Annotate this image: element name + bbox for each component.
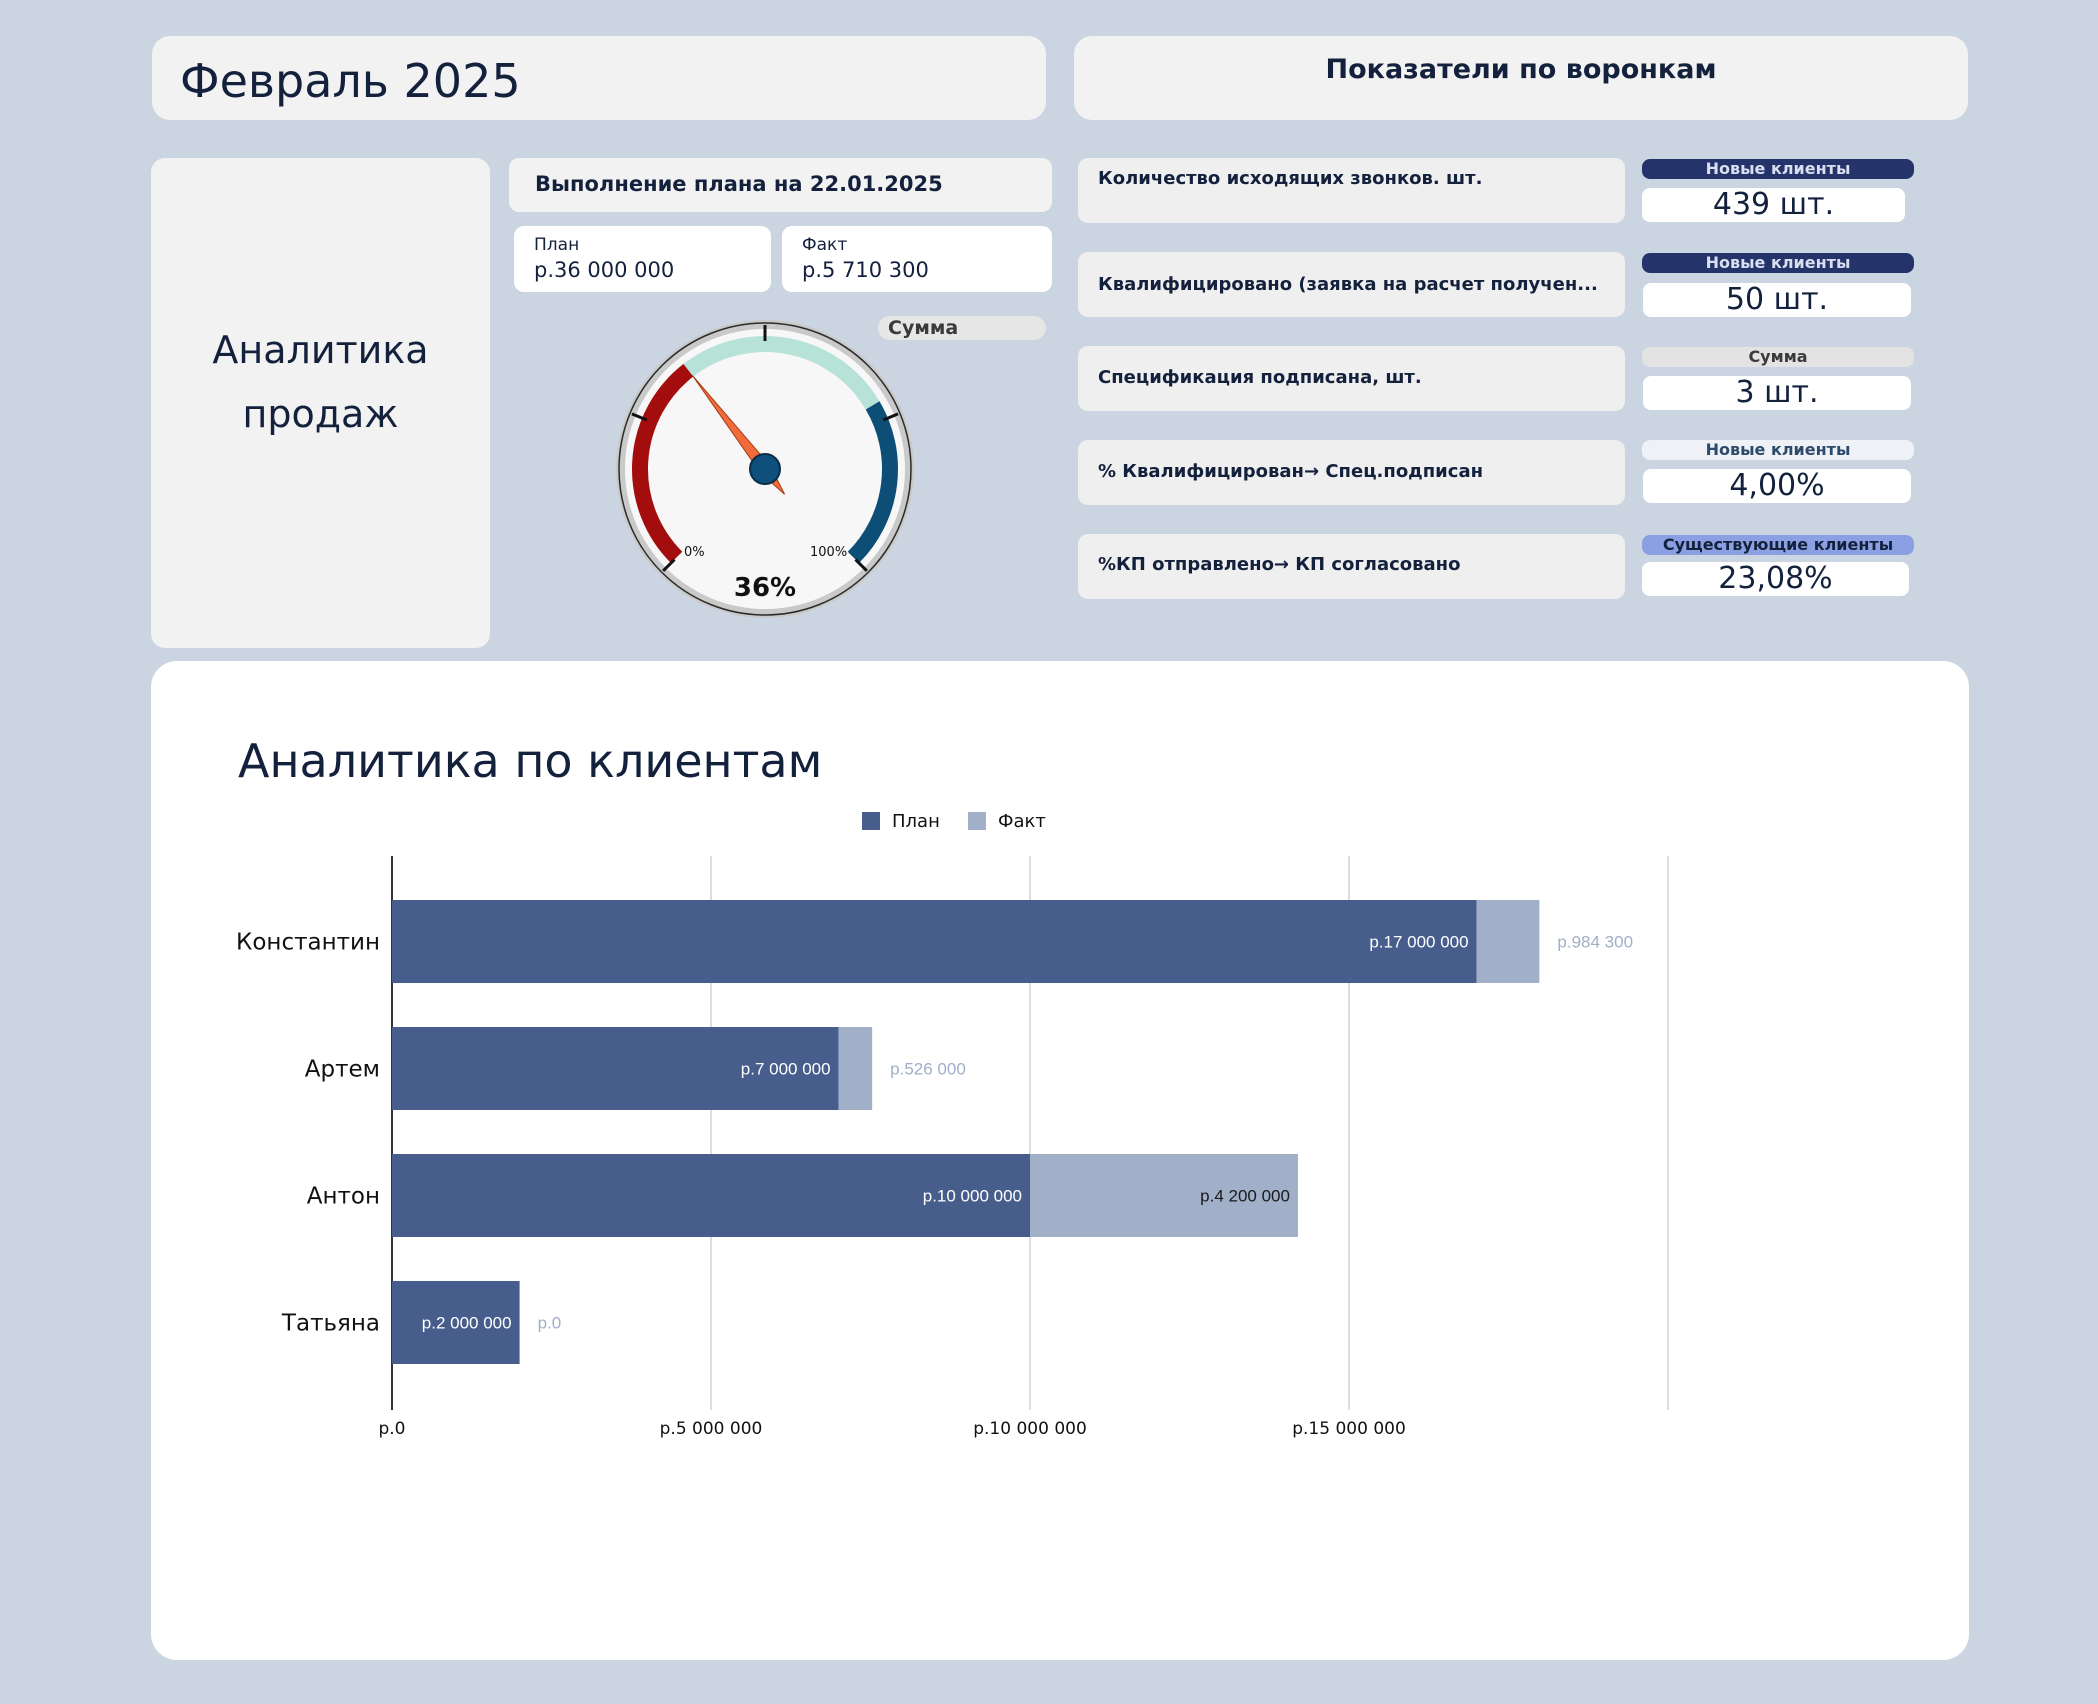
chart-legend-swatch — [968, 812, 986, 830]
chart-category-label: Артем — [305, 1057, 380, 1083]
chart-data-label-fact: р.0 — [538, 1314, 562, 1333]
chart-legend-label: Факт — [998, 811, 1046, 832]
chart-category-label: Татьяна — [281, 1311, 380, 1337]
chart-data-label-plan: р.17 000 000 — [1369, 933, 1468, 952]
chart-data-label-fact: р.4 200 000 — [1200, 1187, 1290, 1206]
chart-legend-swatch — [862, 812, 880, 830]
chart-legend-label: План — [892, 811, 940, 832]
chart-x-tick-label: р.15 000 000 — [1292, 1419, 1406, 1439]
chart-x-tick-label: р.0 — [378, 1419, 405, 1439]
chart-category-label: Антон — [307, 1184, 380, 1210]
chart-x-tick-label: р.5 000 000 — [660, 1419, 763, 1439]
chart-data-label-fact: р.984 300 — [1557, 933, 1633, 952]
chart-bar-fact — [1476, 900, 1540, 983]
chart-category-label: Константин — [236, 930, 380, 956]
chart-bar-fact — [838, 1027, 873, 1110]
chart-data-label-plan: р.7 000 000 — [741, 1060, 831, 1079]
chart-data-label-fact: р.526 000 — [890, 1060, 966, 1079]
chart-bar-plan — [392, 900, 1477, 983]
chart-data-label-plan: р.10 000 000 — [923, 1187, 1022, 1206]
chart-x-tick-label: р.10 000 000 — [973, 1419, 1087, 1439]
clients-bar-chart: р.0 р.5 000 000 р.10 000 000 р.15 000 000 Пл… — [236, 811, 1669, 1439]
chart-data-label-plan: р.2 000 000 — [422, 1314, 512, 1333]
